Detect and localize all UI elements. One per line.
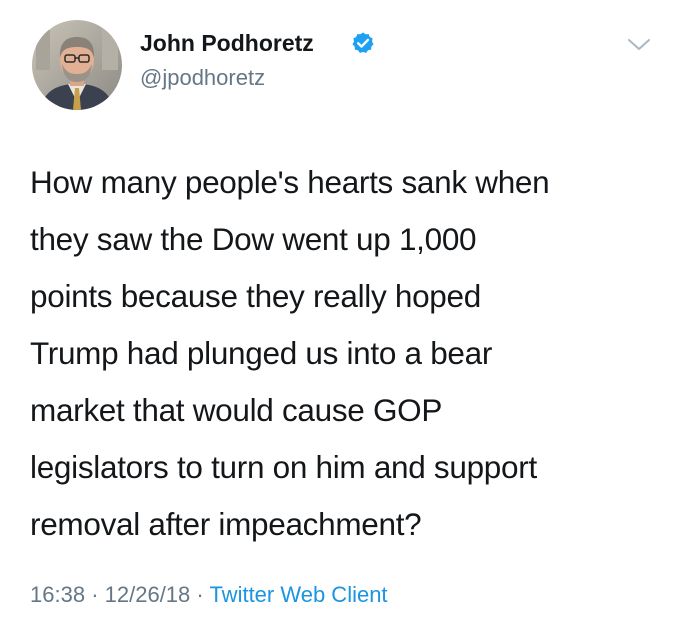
verified-badge-icon bbox=[352, 32, 374, 53]
tweet-text-line: points because they really hoped bbox=[30, 278, 481, 314]
tweet-text: How many people's hearts sank when they … bbox=[30, 154, 670, 553]
tweet-text-line: market that would cause GOP bbox=[30, 392, 443, 428]
author-name[interactable]: John Podhoretz bbox=[140, 28, 314, 58]
tweet-metadata: 16:38 · 12/26/18 · Twitter Web Client bbox=[30, 580, 388, 610]
tweet-text-line: Trump had plunged us into a bear bbox=[30, 335, 493, 371]
author-handle[interactable]: @jpodhoretz bbox=[140, 64, 265, 92]
tweet-text-line: How many people's hearts sank when bbox=[30, 164, 550, 200]
avatar-photo bbox=[32, 20, 122, 110]
avatar[interactable] bbox=[32, 20, 122, 110]
tweet-text-line: removal after impeachment? bbox=[30, 506, 422, 542]
tweet-source-link[interactable]: Twitter Web Client bbox=[209, 582, 387, 607]
chevron-down-icon[interactable] bbox=[626, 36, 652, 54]
meta-separator: · bbox=[196, 582, 204, 607]
meta-separator: · bbox=[91, 582, 99, 607]
tweet-text-line: legislators to turn on him and support bbox=[30, 449, 537, 485]
tweet-time[interactable]: 16:38 bbox=[30, 582, 85, 607]
tweet-text-line: they saw the Dow went up 1,000 bbox=[30, 221, 477, 257]
tweet-card: John Podhoretz @jpodhoretz How many peop… bbox=[0, 0, 680, 639]
tweet-date[interactable]: 12/26/18 bbox=[105, 582, 191, 607]
